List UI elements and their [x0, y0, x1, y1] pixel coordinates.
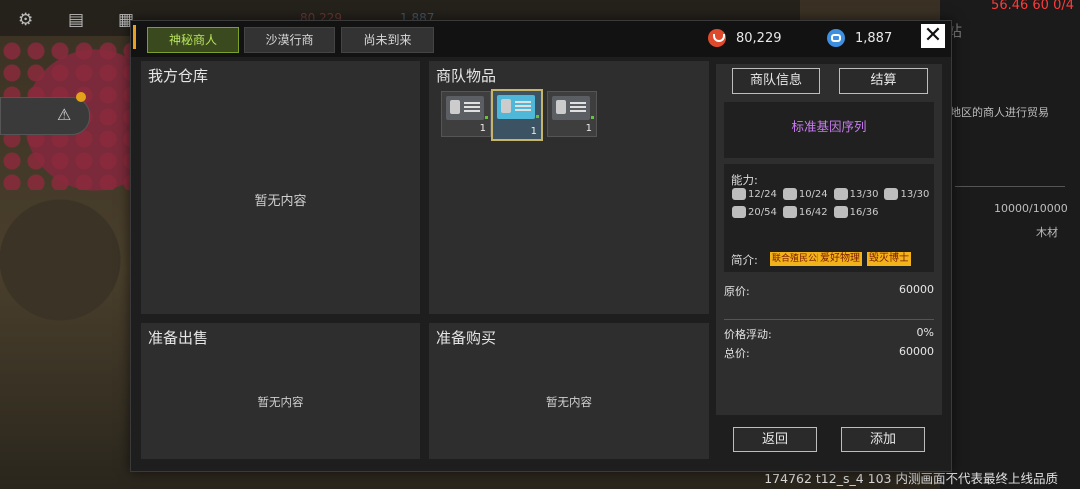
ability-stat: 13/30	[833, 188, 878, 200]
add-button[interactable]: 添加	[841, 427, 925, 452]
red-currency-value: 80,229	[736, 30, 782, 46]
trait-tag: 爱好物理	[818, 252, 862, 266]
back-button[interactable]: 返回	[733, 427, 817, 452]
item-name: 标准基因序列	[791, 119, 867, 134]
tab-accent	[133, 25, 136, 49]
trait-tag: 毁灭博士	[867, 252, 911, 266]
fluctuation-row: 价格浮动: 0%	[724, 326, 934, 342]
book-icon	[782, 188, 797, 200]
prepare-sell-empty: 暂无内容	[257, 395, 304, 409]
ability-stat: 16/36	[833, 206, 878, 218]
debug-stats: 56.46 60 0/4	[991, 0, 1074, 13]
ability-row-1: 12/24 10/24 13/30 13/30	[732, 188, 929, 200]
storage-label: 木材	[1036, 226, 1058, 239]
warning-icon: ⚠	[57, 105, 72, 124]
tab-desert-merchant[interactable]: 沙漠行商	[244, 27, 335, 53]
item-quantity: 1	[530, 126, 537, 137]
storage-capacity: 10000/10000	[994, 202, 1068, 215]
item-quantity: 1	[479, 123, 486, 134]
caravan-item[interactable]: 1	[547, 91, 597, 137]
tab-not-arrived[interactable]: 尚未到来	[341, 27, 434, 53]
notification-dot	[76, 92, 86, 102]
close-button[interactable]: ✕	[921, 24, 945, 48]
total-label: 总价:	[724, 347, 750, 360]
item-detail-panel: 商队信息 结算 标准基因序列 能力: 12/24 10/24 13/30 13/…	[716, 64, 942, 415]
divider	[724, 319, 934, 320]
gear-icon[interactable]: ⚙	[18, 10, 33, 30]
total-value: 60000	[899, 345, 934, 358]
fluctuation-value: 0%	[916, 326, 934, 339]
my-storage-empty: 暂无内容	[254, 194, 307, 209]
ability-stat: 10/24	[782, 188, 828, 200]
red-coin-icon	[708, 29, 726, 47]
original-price-value: 60000	[899, 283, 934, 296]
arm-icon	[732, 188, 746, 200]
prepare-buy-panel: 准备购买 暂无内容	[429, 323, 709, 459]
blue-currency-value: 1,887	[855, 30, 893, 46]
item-name-box: 标准基因序列	[724, 102, 934, 158]
blue-coin-icon	[827, 29, 845, 47]
total-row: 总价: 60000	[724, 345, 934, 361]
ability-stat: 20/54	[732, 206, 777, 218]
right-side-panel: 站	[940, 0, 1080, 489]
tab-mystery-merchant[interactable]: 神秘商人	[147, 27, 239, 53]
fluctuation-label: 价格浮动:	[724, 328, 772, 341]
head-icon	[782, 206, 797, 218]
original-price-label: 原价:	[724, 285, 750, 298]
status-pip	[485, 116, 488, 119]
gene-sequence-icon	[552, 96, 590, 120]
ability-box: 能力: 12/24 10/24 13/30 13/30 20/54 16/42 …	[724, 164, 934, 272]
chat-icon[interactable]: ▤	[68, 10, 84, 30]
status-pip	[591, 116, 594, 119]
trade-dialog: 神秘商人 沙漠行商 尚未到来 80,229 1,887 ✕ 我方仓库 暂无内容 …	[130, 20, 952, 472]
currency-blue: 1,887	[827, 29, 892, 47]
settle-button[interactable]: 结算	[839, 68, 928, 94]
ability-stat: 13/30	[884, 188, 929, 200]
intro-label: 简介:	[731, 253, 758, 267]
tools-icon	[884, 188, 899, 200]
prepare-buy-title: 准备购买	[436, 329, 497, 347]
item-quantity: 1	[585, 123, 592, 134]
divider	[955, 186, 1065, 187]
caravan-goods-panel: 商队物品 1 1 1	[429, 61, 709, 314]
ability-label: 能力:	[731, 173, 758, 187]
original-price-row: 原价: 60000	[724, 283, 934, 299]
paw-icon	[833, 188, 848, 200]
caravan-item[interactable]: 1	[441, 91, 491, 137]
gene-sequence-icon	[497, 95, 535, 119]
my-storage-panel: 我方仓库 暂无内容	[141, 61, 420, 314]
alert-pill[interactable]: ⚠	[0, 92, 90, 135]
caravan-item-selected[interactable]: 1	[491, 89, 543, 141]
ability-row-2: 20/54 16/42 16/36	[732, 206, 878, 218]
caravan-goods-title: 商队物品	[436, 67, 497, 85]
target-icon	[833, 206, 848, 218]
gene-sequence-icon	[446, 96, 484, 120]
currency-red: 80,229	[708, 29, 782, 47]
status-pip	[536, 115, 539, 118]
my-storage-title: 我方仓库	[148, 67, 209, 85]
prepare-buy-empty: 暂无内容	[546, 395, 592, 409]
ability-stat: 12/24	[732, 188, 777, 200]
ability-stat: 16/42	[782, 206, 828, 218]
prepare-sell-panel: 准备出售 暂无内容	[141, 323, 420, 459]
caravan-info-button[interactable]: 商队信息	[732, 68, 820, 94]
tab-bar: 神秘商人 沙漠行商 尚未到来 80,229 1,887 ✕	[131, 21, 951, 57]
prepare-sell-title: 准备出售	[148, 329, 209, 347]
side-description: 地区的商人进行贸易	[950, 106, 1049, 119]
leaf-icon	[732, 206, 746, 218]
